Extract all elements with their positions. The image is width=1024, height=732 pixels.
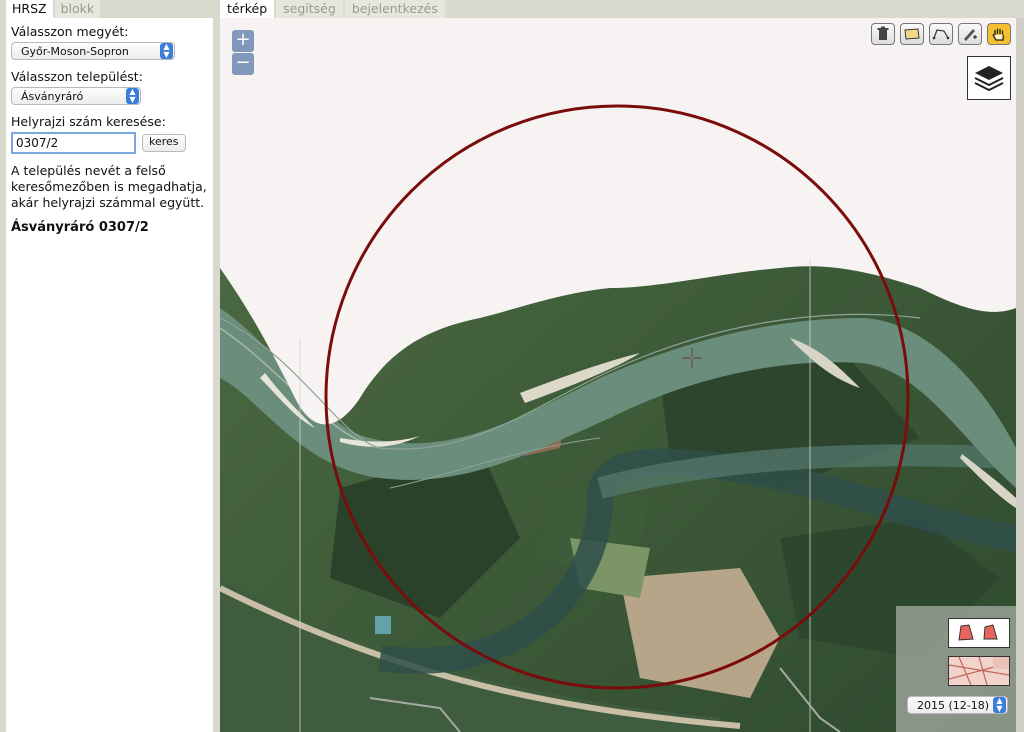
parcel-layer-toggle[interactable]: [948, 618, 1010, 648]
parcel-search-input[interactable]: [11, 132, 136, 154]
tab-hrsz[interactable]: HRSZ: [6, 0, 53, 18]
imagery-year-value: 2015 (12-18): [917, 698, 990, 712]
county-value: Győr-Moson-Sopron: [21, 44, 129, 58]
tab-map[interactable]: térkép: [220, 0, 275, 18]
select-arrows-icon: ▲ ▼: [160, 43, 173, 59]
settlement-value: Ásványráró: [21, 89, 84, 103]
zoom-in-button[interactable]: +: [232, 30, 254, 52]
layers-button[interactable]: [967, 56, 1011, 100]
polygon-select-icon[interactable]: [900, 23, 924, 45]
right-edge: [1016, 18, 1024, 732]
layers-icon: [974, 66, 1004, 92]
sidebar: Válasszon megyét: Győr-Moson-Sopron ▲ ▼ V…: [6, 18, 213, 732]
select-arrows-icon: ▲ ▼: [993, 697, 1006, 713]
parcel-search-row: keres: [11, 132, 208, 154]
help-text: A település nevét a felső keresőmezőben …: [11, 163, 207, 210]
tab-login[interactable]: bejelentkezés: [344, 0, 445, 18]
search-button[interactable]: keres: [142, 134, 186, 152]
main-tabs: térkép segítség bejelentkezés: [220, 0, 447, 18]
county-select[interactable]: Győr-Moson-Sopron ▲ ▼: [11, 42, 175, 60]
map-view[interactable]: + − 2015 (12-18) ▲ ▼: [220, 18, 1016, 732]
result-title[interactable]: Ásványráró 0307/2: [11, 220, 208, 235]
select-arrows-icon: ▲ ▼: [126, 88, 139, 104]
crosshair-icon: [682, 348, 702, 368]
parcel-label: Helyrajzi szám keresése:: [11, 114, 166, 129]
draw-pencil-icon[interactable]: [958, 23, 982, 45]
tab-help[interactable]: segítség: [276, 0, 343, 18]
imagery-year-select[interactable]: 2015 (12-18) ▲ ▼: [907, 696, 1008, 714]
trash-icon[interactable]: [871, 23, 895, 45]
county-label: Válasszon megyét:: [11, 24, 129, 39]
settlement-select[interactable]: Ásványráró ▲ ▼: [11, 87, 141, 105]
sidebar-tabs: HRSZ blokk: [6, 0, 102, 18]
app-root: HRSZ blokk Válasszon megyét: Győr-Moson-…: [0, 0, 1024, 732]
tab-blokk[interactable]: blokk: [54, 0, 101, 18]
polyline-icon[interactable]: [929, 23, 953, 45]
basemap-switcher: 2015 (12-18) ▲ ▼: [896, 606, 1016, 732]
settlement-label: Válasszon települést:: [11, 69, 143, 84]
map-toolbar: [871, 23, 1011, 45]
basemap-thumbnail[interactable]: [948, 656, 1010, 686]
zoom-out-button[interactable]: −: [232, 53, 254, 75]
pan-hand-icon[interactable]: [987, 23, 1011, 45]
